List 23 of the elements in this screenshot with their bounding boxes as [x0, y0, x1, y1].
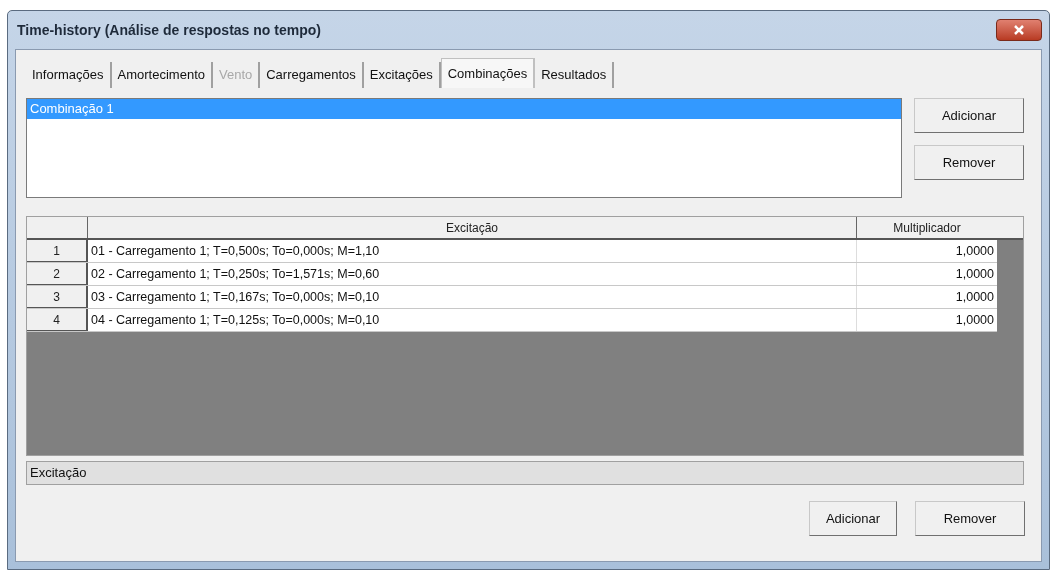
- action-button[interactable]: Adicionar: [914, 98, 1024, 133]
- table-cell: 1,0000: [857, 263, 997, 285]
- window-title: Time-history (Análise de respostas no tempo): [16, 20, 321, 40]
- action-button[interactable]: Remover: [915, 501, 1025, 536]
- table-cell: 01 - Carregamento 1; T=0,500s; To=0,000s; M=1,10: [88, 240, 857, 262]
- table-cell: 1,0000: [857, 309, 997, 331]
- table-cell: 1,0000: [857, 240, 997, 262]
- table-cell: 02 - Carregamento 1; T=0,250s; To=1,571s; M=0,60: [88, 263, 857, 285]
- action-button[interactable]: Remover: [914, 145, 1024, 180]
- action-button[interactable]: Adicionar: [809, 501, 897, 536]
- status-field: Excitação: [26, 461, 1024, 485]
- row-header: 2: [27, 263, 88, 285]
- row-header: 3: [27, 286, 88, 308]
- close-icon: [1013, 24, 1025, 36]
- column-header: Excitação: [88, 217, 857, 238]
- row-header: 4: [27, 309, 88, 331]
- table-cell: 1,0000: [857, 286, 997, 308]
- table-cell: 04 - Carregamento 1; T=0,125s; To=0,000s; M=0,10: [88, 309, 857, 331]
- column-header: Multiplicador: [892, 219, 962, 237]
- tab[interactable]: Combinações: [440, 58, 536, 88]
- close-button[interactable]: [996, 19, 1042, 41]
- table-cell: 03 - Carregamento 1; T=0,167s; To=0,000s; M=0,10: [88, 286, 857, 308]
- row-header: 1: [27, 240, 88, 262]
